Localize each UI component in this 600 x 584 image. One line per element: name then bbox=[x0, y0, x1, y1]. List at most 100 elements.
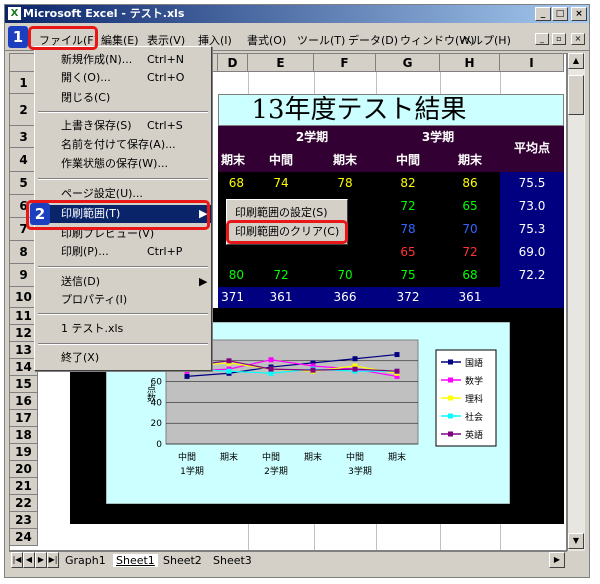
column-header-e[interactable]: E bbox=[248, 54, 314, 72]
cell-d5[interactable]: 68 bbox=[218, 172, 248, 195]
doc-minimize-button[interactable]: _ bbox=[535, 33, 549, 45]
menu-item-exit[interactable]: 終了(X) bbox=[35, 349, 211, 367]
row-header-24[interactable]: 24 bbox=[10, 529, 38, 546]
cell-g7[interactable]: 78 bbox=[376, 218, 440, 241]
cell-e5[interactable]: 74 bbox=[248, 172, 314, 195]
tab-sheet2[interactable]: Sheet2 bbox=[163, 554, 202, 567]
menu-item-send[interactable]: 送信(D) ▶ bbox=[35, 273, 211, 291]
tab-sheet3[interactable]: Sheet3 bbox=[213, 554, 252, 567]
cell-d9[interactable]: 80 bbox=[218, 264, 248, 287]
x-group-label: 3学期 bbox=[348, 465, 372, 477]
menu-data[interactable]: データ(D) bbox=[348, 32, 398, 48]
cell-f5[interactable]: 78 bbox=[314, 172, 376, 195]
cell-i9[interactable]: 72.2 bbox=[500, 264, 564, 287]
cell-e10[interactable]: 361 bbox=[248, 287, 314, 308]
midterm-header-t3: 中間 bbox=[395, 153, 420, 167]
menu-item-save-workspace[interactable]: 作業状態の保存(W)... bbox=[35, 155, 211, 173]
highlight-file-menu bbox=[28, 26, 98, 50]
legend-label-2: 数学 bbox=[465, 375, 483, 387]
prev-sheet-button[interactable]: ◀ bbox=[23, 552, 35, 568]
legend-label-1: 国語 bbox=[465, 357, 483, 369]
cell-h8[interactable]: 72 bbox=[440, 241, 500, 264]
minimize-button[interactable]: _ bbox=[535, 7, 551, 21]
doc-close-button[interactable]: × bbox=[571, 33, 585, 45]
menu-item-label: 名前を付けて保存(A)... bbox=[61, 138, 176, 151]
column-header-i[interactable]: I bbox=[500, 54, 564, 72]
cell-g5[interactable]: 82 bbox=[376, 172, 440, 195]
scroll-up-button[interactable]: ▲ bbox=[568, 53, 584, 69]
menu-item-label: 1 テスト.xls bbox=[61, 322, 124, 335]
menu-format[interactable]: 書式(O) bbox=[247, 32, 286, 48]
row-header-17[interactable]: 17 bbox=[10, 410, 38, 427]
row-header-21[interactable]: 21 bbox=[10, 478, 38, 495]
row-header-20[interactable]: 20 bbox=[10, 461, 38, 478]
y-tick-label: 20 bbox=[151, 419, 163, 429]
menu-item-save-as[interactable]: 名前を付けて保存(A)... bbox=[35, 136, 211, 154]
cell-d10[interactable]: 371 bbox=[218, 287, 248, 308]
cell-g9[interactable]: 75 bbox=[376, 264, 440, 287]
cell-f10[interactable]: 366 bbox=[314, 287, 376, 308]
cell-g10[interactable]: 372 bbox=[376, 287, 440, 308]
scroll-thumb[interactable] bbox=[568, 75, 584, 115]
row-header-19[interactable]: 19 bbox=[10, 444, 38, 461]
title-bar: X Microsoft Excel - テスト.xls _ □ × bbox=[5, 5, 589, 23]
tab-graph1[interactable]: Graph1 bbox=[65, 554, 106, 567]
cell-i5[interactable]: 75.5 bbox=[500, 172, 564, 195]
column-header-g[interactable]: G bbox=[376, 54, 440, 72]
midterm-header-t2: 中間 bbox=[268, 153, 293, 167]
menu-item-label: 新規作成(N)... bbox=[61, 53, 133, 66]
menu-separator bbox=[38, 313, 208, 315]
first-sheet-button[interactable]: |◀ bbox=[11, 552, 23, 568]
cell-i6[interactable]: 73.0 bbox=[500, 195, 564, 218]
row-header-15[interactable]: 15 bbox=[10, 376, 38, 393]
final-header-t3: 期末 bbox=[457, 153, 482, 167]
row-header-16[interactable]: 16 bbox=[10, 393, 38, 410]
menu-item-new[interactable]: 新規作成(N)... Ctrl+N bbox=[35, 51, 211, 69]
legend-label-5: 英語 bbox=[465, 429, 483, 441]
cell-i8[interactable]: 69.0 bbox=[500, 241, 564, 264]
column-header-h[interactable]: H bbox=[440, 54, 500, 72]
column-header-f[interactable]: F bbox=[314, 54, 376, 72]
last-sheet-button[interactable]: ▶| bbox=[47, 552, 59, 568]
cell-h10[interactable]: 361 bbox=[440, 287, 500, 308]
menu-item-print[interactable]: 印刷(P)... Ctrl+P bbox=[35, 243, 211, 261]
row-header-22[interactable]: 22 bbox=[10, 495, 38, 512]
scroll-right-button[interactable]: ▶ bbox=[549, 552, 565, 568]
cell-h9[interactable]: 68 bbox=[440, 264, 500, 287]
cell-h7[interactable]: 70 bbox=[440, 218, 500, 241]
row-header-23[interactable]: 23 bbox=[10, 512, 38, 529]
close-button[interactable]: × bbox=[571, 7, 587, 21]
data-point bbox=[352, 366, 358, 372]
average-header: 平均点 bbox=[513, 141, 550, 155]
data-point bbox=[268, 366, 274, 372]
cell-i7[interactable]: 75.3 bbox=[500, 218, 564, 241]
vertical-scrollbar[interactable]: ▲ ▼ bbox=[567, 53, 585, 551]
tab-sheet1[interactable]: Sheet1 bbox=[113, 554, 158, 567]
cell-e9[interactable]: 72 bbox=[248, 264, 314, 287]
menu-item-recent-file[interactable]: 1 テスト.xls bbox=[35, 320, 211, 338]
cell-h5[interactable]: 86 bbox=[440, 172, 500, 195]
menu-item-close[interactable]: 閉じる(C) bbox=[35, 89, 211, 107]
cell-f9[interactable]: 70 bbox=[314, 264, 376, 287]
doc-restore-button[interactable]: ▫ bbox=[552, 33, 566, 45]
menu-item-label: 閉じる(C) bbox=[61, 91, 111, 104]
cell-g8[interactable]: 65 bbox=[376, 241, 440, 264]
sheet-tab-bar: |◀ ◀ ▶ ▶| Graph1 Sheet1 Sheet2 Sheet3 ▶ bbox=[9, 551, 567, 568]
menu-item-shortcut: Ctrl+O bbox=[147, 71, 185, 84]
column-header-d[interactable]: D bbox=[218, 54, 248, 72]
x-tick-label: 期末 bbox=[388, 451, 406, 463]
maximize-button[interactable]: □ bbox=[552, 7, 568, 21]
menu-item-open[interactable]: 開く(O)... Ctrl+O bbox=[35, 69, 211, 87]
cell-g6[interactable]: 72 bbox=[376, 195, 440, 218]
menu-item-properties[interactable]: プロパティ(I) bbox=[35, 291, 211, 309]
next-sheet-button[interactable]: ▶ bbox=[35, 552, 47, 568]
scroll-down-button[interactable]: ▼ bbox=[568, 533, 584, 549]
cell-h6[interactable]: 65 bbox=[440, 195, 500, 218]
legend-label-4: 社会 bbox=[465, 411, 483, 423]
legend-marker-3 bbox=[448, 395, 453, 401]
row-header-18[interactable]: 18 bbox=[10, 427, 38, 444]
submenu-arrow-icon: ▶ bbox=[199, 275, 208, 288]
menu-tools[interactable]: ツール(T) bbox=[297, 32, 345, 48]
menu-help[interactable]: ヘルプ(H) bbox=[461, 32, 511, 48]
menu-item-save[interactable]: 上書き保存(S) Ctrl+S bbox=[35, 117, 211, 135]
